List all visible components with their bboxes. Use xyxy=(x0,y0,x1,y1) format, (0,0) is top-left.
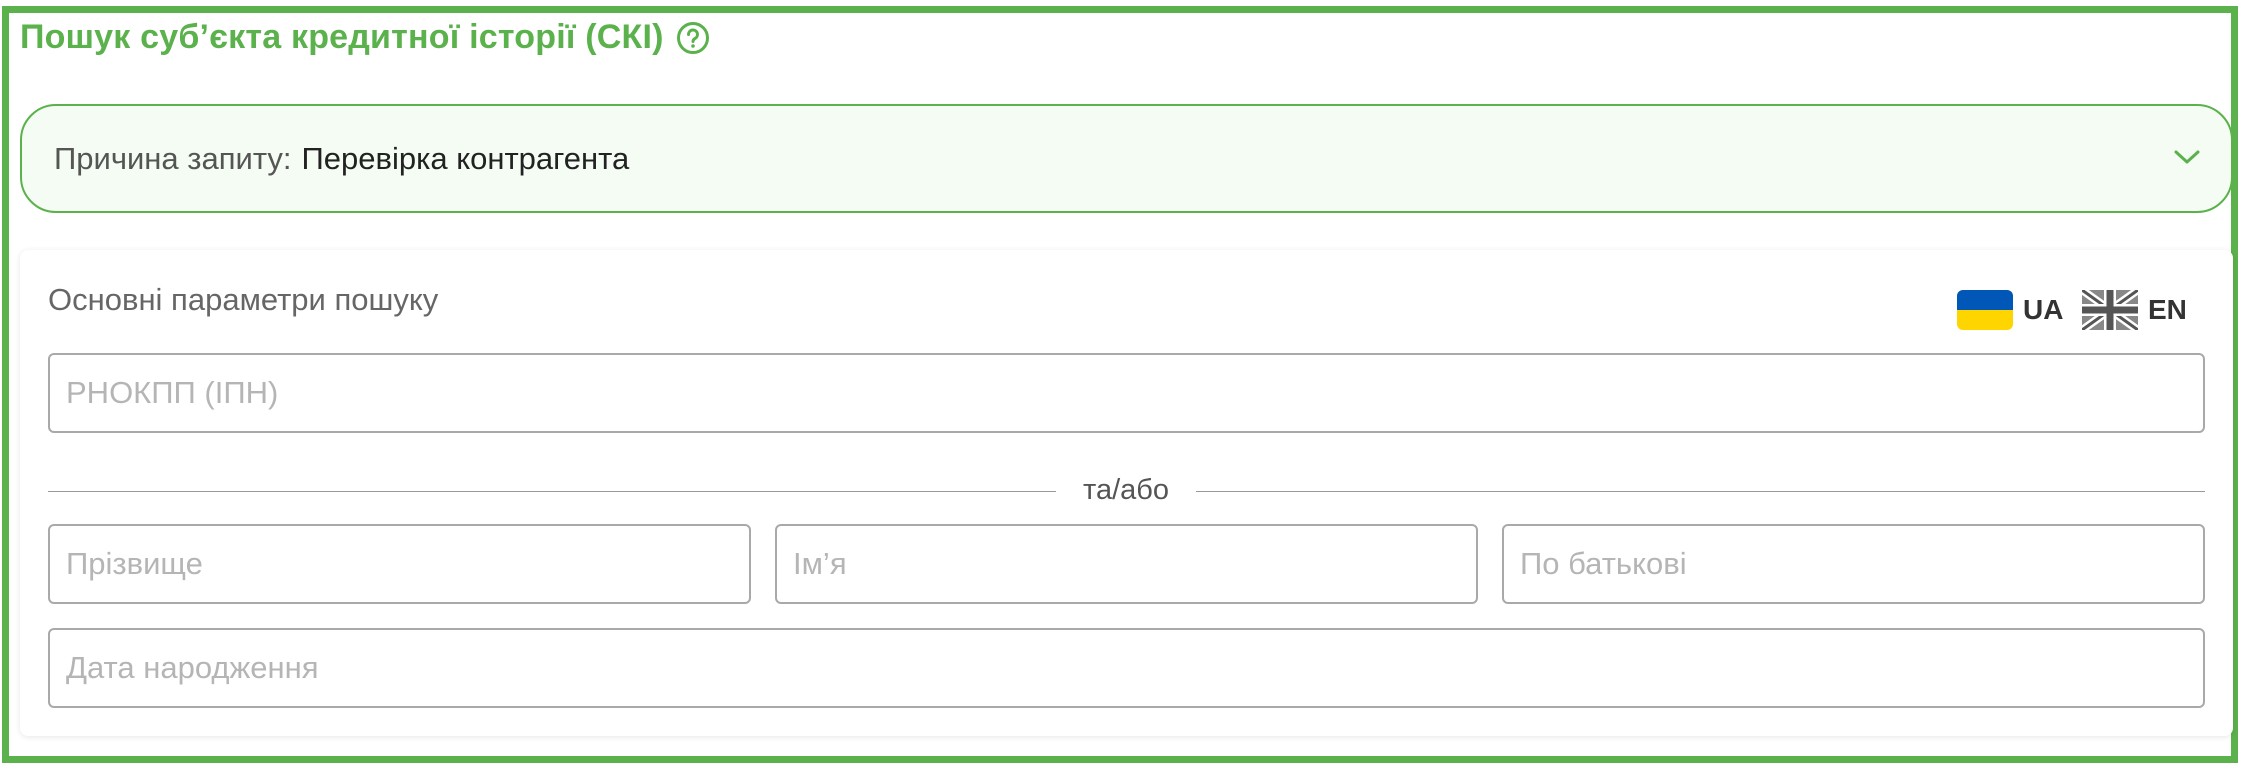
request-reason-select[interactable]: Причина запиту: Перевірка контрагента xyxy=(20,104,2233,213)
language-ua-button[interactable]: UA xyxy=(1957,290,2063,330)
language-ua-label: UA xyxy=(2023,294,2064,325)
language-en-label: EN xyxy=(2148,294,2187,325)
request-reason-label: Причина запиту: xyxy=(54,140,292,176)
birth-date-input[interactable] xyxy=(48,628,2205,708)
uk-flag-icon xyxy=(2082,290,2138,330)
divider-line-right xyxy=(1196,491,2205,492)
surname-input[interactable] xyxy=(48,524,751,604)
page-title: Пошук суб’єкта кредитної історії (СКІ) xyxy=(20,18,710,57)
section-title: Основні параметри пошуку xyxy=(48,282,439,317)
page-title-text: Пошук суб’єкта кредитної історії (СКІ) xyxy=(20,18,664,56)
and-or-divider: та/або xyxy=(48,474,2205,506)
request-reason-value: Перевірка контрагента xyxy=(301,140,630,176)
patronymic-input[interactable] xyxy=(1502,524,2205,604)
ukraine-flag-icon xyxy=(1957,290,2013,330)
rnokpp-input[interactable] xyxy=(48,353,2205,433)
search-params-card: Основні параметри пошуку UA EN та/або xyxy=(20,250,2233,736)
divider-text: та/або xyxy=(1082,474,1169,506)
chevron-down-icon[interactable] xyxy=(2173,146,2201,168)
language-en-button[interactable]: EN xyxy=(2082,290,2187,330)
first-name-input[interactable] xyxy=(775,524,1478,604)
question-circle-icon[interactable] xyxy=(676,21,710,55)
divider-line-left xyxy=(48,491,1056,492)
